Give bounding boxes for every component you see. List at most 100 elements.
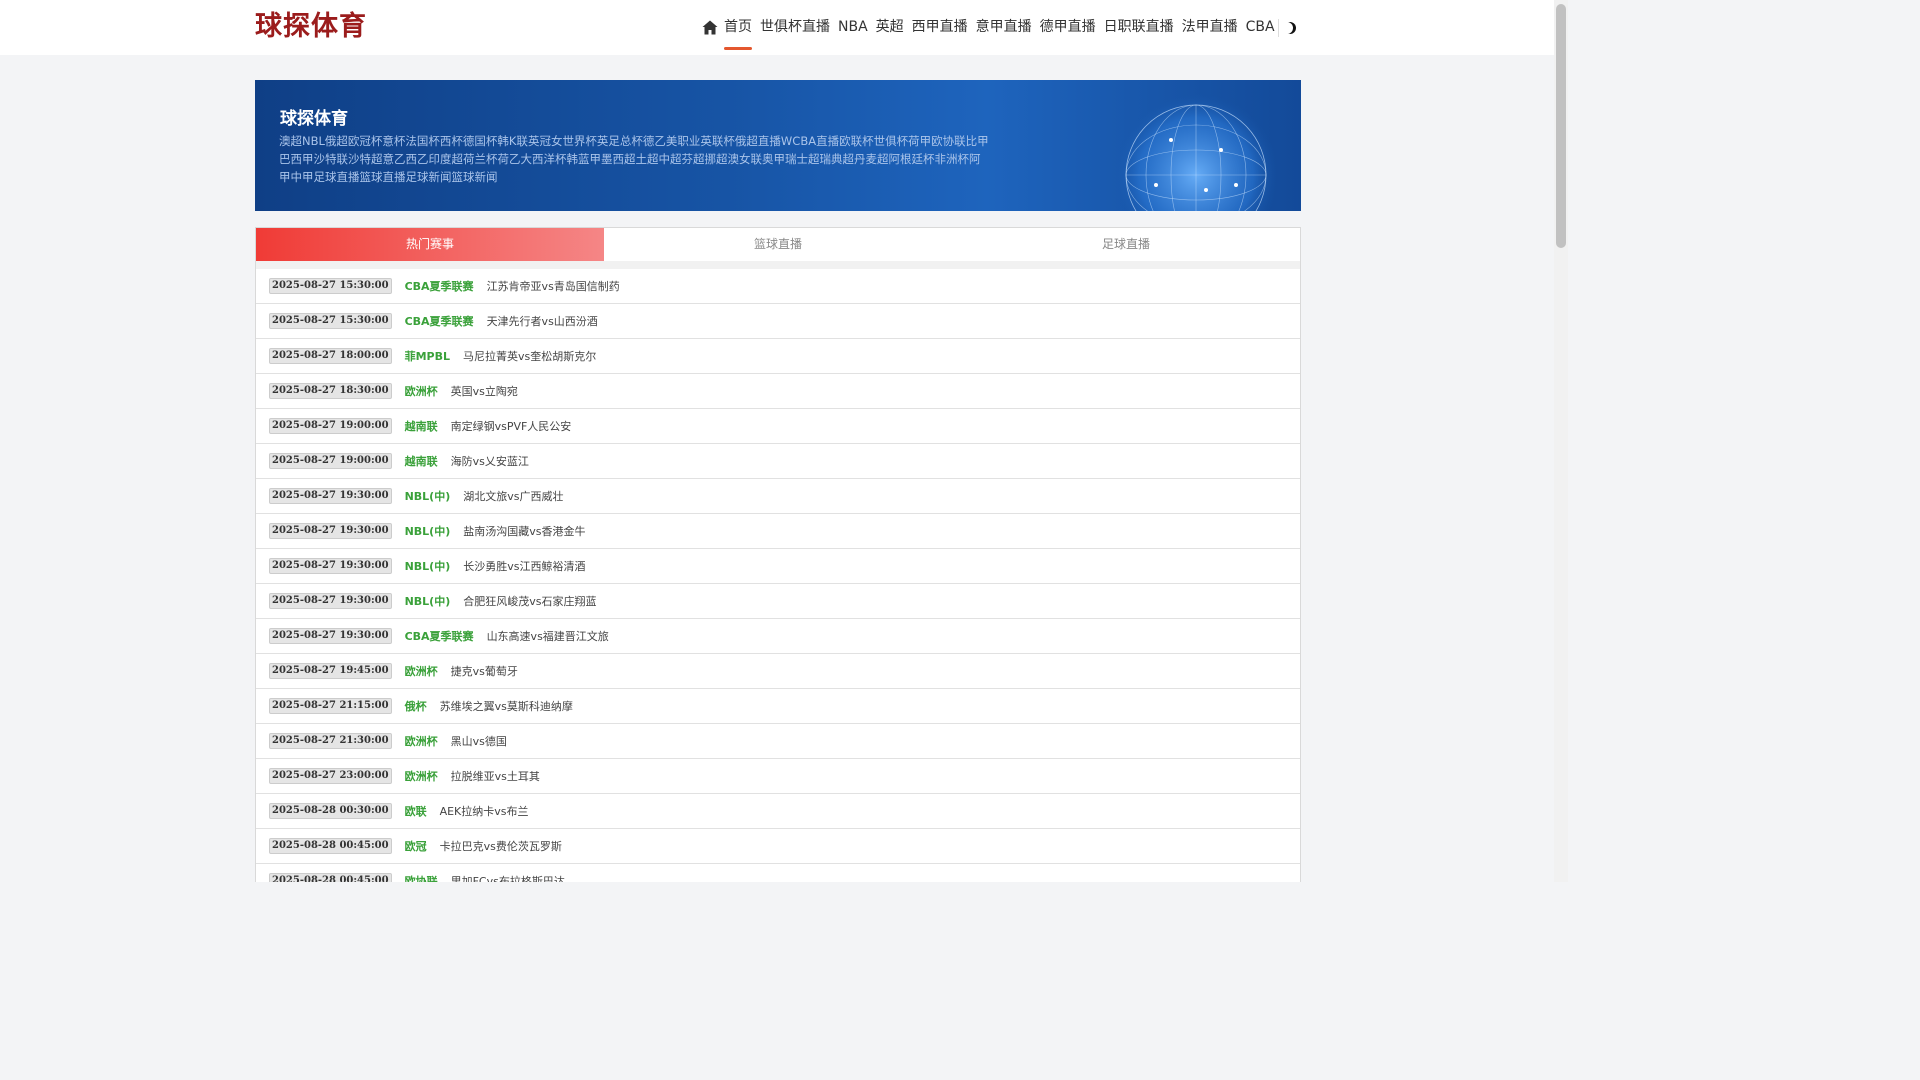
match-time: 2025-08-27 15:30:00 [269, 313, 392, 329]
tab-0[interactable]: 热门赛事 [256, 228, 604, 261]
match-row[interactable]: 2025-08-27 15:30:00 CBA夏季联赛 江苏肯帝亚vs青岛国信制药 [256, 269, 1300, 304]
match-league[interactable]: CBA夏季联赛 [405, 313, 474, 329]
tab-1[interactable]: 篮球直播 [604, 228, 952, 261]
match-time: 2025-08-28 00:45:00 [269, 838, 392, 854]
match-league[interactable]: 欧洲杯 [405, 733, 438, 749]
match-teams[interactable]: 苏维埃之翼vs莫斯科迪纳摩 [440, 698, 573, 714]
match-row[interactable]: 2025-08-27 19:30:00 NBL(中) 长沙勇胜vs江西鲸裕清酒 [256, 549, 1300, 584]
match-league[interactable]: NBL(中) [405, 488, 451, 504]
match-league[interactable]: 欧联 [405, 803, 427, 819]
match-league[interactable]: 欧洲杯 [405, 383, 438, 399]
match-teams[interactable]: 里加FCvs布拉格斯巴达 [451, 873, 565, 882]
match-league[interactable]: 越南联 [405, 453, 438, 469]
match-row[interactable]: 2025-08-27 23:00:00 欧洲杯 拉脱维亚vs土耳其 [256, 759, 1300, 794]
match-time: 2025-08-27 21:15:00 [269, 698, 392, 714]
match-teams[interactable]: 拉脱维亚vs土耳其 [451, 768, 540, 784]
banner-title: 球探体育 [280, 109, 348, 129]
match-time: 2025-08-27 23:00:00 [269, 768, 392, 784]
scrollbar-thumb[interactable] [1556, 4, 1566, 248]
match-time: 2025-08-27 19:45:00 [269, 663, 392, 679]
site-logo[interactable]: 球探体育 [255, 9, 367, 45]
match-time: 2025-08-27 19:30:00 [269, 558, 392, 574]
hero-banner: 球探体育 澳超NBL俄超欧冠杯意杯法国杯西杯德国杯韩K联英冠女世界杯英足总杯德乙… [255, 80, 1301, 211]
nav-item-3[interactable]: 英超 [876, 0, 904, 55]
match-time: 2025-08-28 00:30:00 [269, 803, 392, 819]
page-scrollbar[interactable] [1554, 0, 1568, 882]
match-teams[interactable]: AEK拉纳卡vs布兰 [440, 803, 529, 819]
match-row[interactable]: 2025-08-27 18:00:00 菲MPBL 马尼拉菁英vs奎松胡斯克尔 [256, 339, 1300, 374]
match-row[interactable]: 2025-08-28 00:30:00 欧联 AEK拉纳卡vs布兰 [256, 794, 1300, 829]
match-league[interactable]: 欧洲杯 [405, 663, 438, 679]
match-row[interactable]: 2025-08-27 21:15:00 俄杯 苏维埃之翼vs莫斯科迪纳摩 [256, 689, 1300, 724]
main-nav: 首页 世俱杯直播 NBA 英超 西甲直播 意甲直播 德甲直播 日职联直播 法甲直播 CBA [702, 0, 1283, 55]
match-time: 2025-08-27 18:30:00 [269, 383, 392, 399]
nav-item-1[interactable]: 世俱杯直播 [760, 0, 830, 55]
match-league[interactable]: CBA夏季联赛 [405, 628, 474, 644]
match-time: 2025-08-27 21:30:00 [269, 733, 392, 749]
match-row[interactable]: 2025-08-27 19:30:00 CBA夏季联赛 山东高速vs福建晋江文旅 [256, 619, 1300, 654]
match-league[interactable]: NBL(中) [405, 593, 451, 609]
nav-item-9[interactable]: CBA [1246, 0, 1275, 55]
match-time: 2025-08-27 19:00:00 [269, 453, 392, 469]
nav-item-2[interactable]: NBA [838, 0, 868, 55]
nav-item-0[interactable]: 首页 [724, 0, 752, 55]
list-top-strip [256, 261, 1300, 269]
match-teams[interactable]: 湖北文旅vs广西威壮 [463, 488, 563, 504]
nav-item-5[interactable]: 意甲直播 [976, 0, 1032, 55]
match-teams[interactable]: 长沙勇胜vs江西鲸裕清酒 [463, 558, 585, 574]
match-teams[interactable]: 盐南汤沟国藏vs香港金牛 [463, 523, 585, 539]
match-row[interactable]: 2025-08-27 19:45:00 欧洲杯 捷克vs葡萄牙 [256, 654, 1300, 689]
match-teams[interactable]: 天津先行者vs山西汾酒 [487, 313, 598, 329]
home-icon[interactable] [702, 20, 718, 36]
tab-2[interactable]: 足球直播 [952, 228, 1300, 261]
match-time: 2025-08-27 19:00:00 [269, 418, 392, 434]
match-league[interactable]: NBL(中) [405, 523, 451, 539]
match-row[interactable]: 2025-08-27 19:30:00 NBL(中) 盐南汤沟国藏vs香港金牛 [256, 514, 1300, 549]
match-teams[interactable]: 山东高速vs福建晋江文旅 [487, 628, 609, 644]
match-list: 2025-08-27 15:30:00 CBA夏季联赛 江苏肯帝亚vs青岛国信制药 2… [255, 261, 1301, 882]
nav-item-8[interactable]: 法甲直播 [1182, 0, 1238, 55]
match-teams[interactable]: 捷克vs葡萄牙 [451, 663, 518, 679]
top-header: 球探体育 首页 世俱杯直播 NBA 英超 西甲直播 意甲直播 德甲直播 日职联直播 法甲直播 CB… [0, 0, 1554, 55]
match-teams[interactable]: 江苏肯帝亚vs青岛国信制药 [487, 278, 620, 294]
match-row[interactable]: 2025-08-27 18:30:00 欧洲杯 英国vs立陶宛 [256, 374, 1300, 409]
match-league[interactable]: NBL(中) [405, 558, 451, 574]
match-time: 2025-08-27 19:30:00 [269, 628, 392, 644]
match-league[interactable]: 俄杯 [405, 698, 427, 714]
match-teams[interactable]: 海防vs乂安蓝江 [451, 453, 529, 469]
nav-item-7[interactable]: 日职联直播 [1104, 0, 1174, 55]
match-row[interactable]: 2025-08-28 00:45:00 欧冠 卡拉巴克vs费伦茨瓦罗斯 [256, 829, 1300, 864]
match-row[interactable]: 2025-08-27 19:30:00 NBL(中) 湖北文旅vs广西威壮 [256, 479, 1300, 514]
match-row[interactable]: 2025-08-27 19:30:00 NBL(中) 合肥狂风峻茂vs石家庄翔蓝 [256, 584, 1300, 619]
match-time: 2025-08-27 19:30:00 [269, 593, 392, 609]
match-time: 2025-08-27 19:30:00 [269, 523, 392, 539]
match-league[interactable]: CBA夏季联赛 [405, 278, 474, 294]
match-time: 2025-08-27 19:30:00 [269, 488, 392, 504]
match-league[interactable]: 菲MPBL [405, 348, 450, 364]
match-row[interactable]: 2025-08-27 19:00:00 越南联 海防vs乂安蓝江 [256, 444, 1300, 479]
match-teams[interactable]: 马尼拉菁英vs奎松胡斯克尔 [463, 348, 596, 364]
dark-mode-toggle[interactable] [1278, 19, 1299, 37]
match-league[interactable]: 欧协联 [405, 873, 438, 882]
match-time: 2025-08-27 18:00:00 [269, 348, 392, 364]
match-league[interactable]: 欧洲杯 [405, 768, 438, 784]
match-league[interactable]: 欧冠 [405, 838, 427, 854]
match-row[interactable]: 2025-08-27 15:30:00 CBA夏季联赛 天津先行者vs山西汾酒 [256, 304, 1300, 339]
match-row[interactable]: 2025-08-27 19:00:00 越南联 南定绿钢vsPVF人民公安 [256, 409, 1300, 444]
match-teams[interactable]: 卡拉巴克vs费伦茨瓦罗斯 [440, 838, 562, 854]
match-teams[interactable]: 合肥狂风峻茂vs石家庄翔蓝 [463, 593, 596, 609]
banner-league-links[interactable]: 澳超NBL俄超欧冠杯意杯法国杯西杯德国杯韩K联英冠女世界杯英足总杯德乙美职业英联… [279, 132, 989, 186]
match-time: 2025-08-27 15:30:00 [269, 278, 392, 294]
match-teams[interactable]: 黑山vs德国 [451, 733, 507, 749]
match-teams[interactable]: 英国vs立陶宛 [451, 383, 518, 399]
match-row[interactable]: 2025-08-27 21:30:00 欧洲杯 黑山vs德国 [256, 724, 1300, 759]
match-tabs: 热门赛事 篮球直播 足球直播 [255, 227, 1301, 262]
match-league[interactable]: 越南联 [405, 418, 438, 434]
nav-item-4[interactable]: 西甲直播 [912, 0, 968, 55]
nav-item-6[interactable]: 德甲直播 [1040, 0, 1096, 55]
globe-graphic [1114, 93, 1278, 211]
match-row[interactable]: 2025-08-28 00:45:00 欧协联 里加FCvs布拉格斯巴达 [256, 864, 1300, 882]
moon-icon [1281, 22, 1296, 34]
match-time: 2025-08-28 00:45:00 [269, 873, 392, 882]
match-teams[interactable]: 南定绿钢vsPVF人民公安 [451, 418, 572, 434]
